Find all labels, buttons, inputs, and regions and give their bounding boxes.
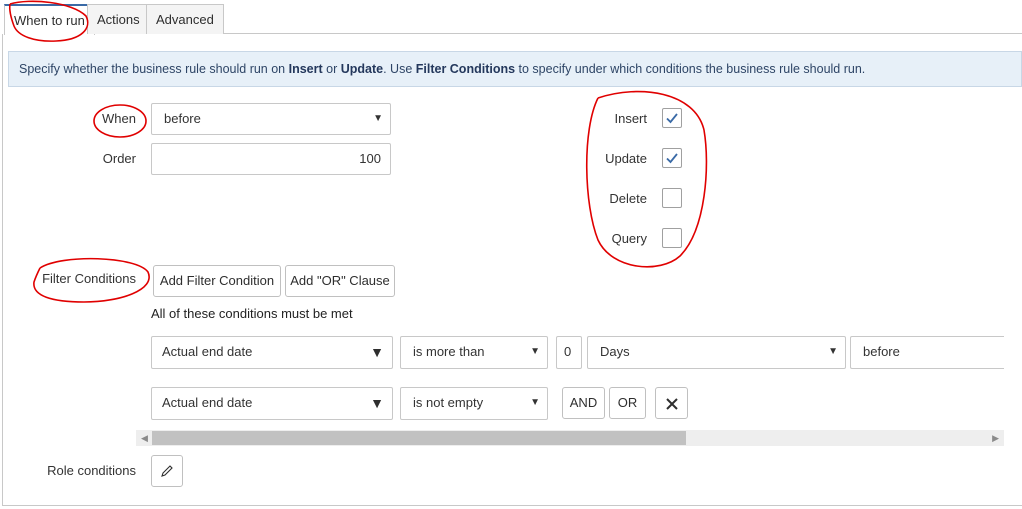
query-label: Query xyxy=(611,231,647,246)
delete-label: Delete xyxy=(609,191,647,206)
check-icon xyxy=(666,153,678,164)
query-checkbox[interactable] xyxy=(662,228,682,248)
insert-checkbox[interactable] xyxy=(662,108,682,128)
delete-checkbox[interactable] xyxy=(662,188,682,208)
chevron-down-icon: ▼ xyxy=(370,344,384,360)
add-or-clause-button[interactable]: Add "OR" Clause xyxy=(285,265,395,297)
and-button[interactable]: AND xyxy=(562,387,605,419)
scroll-right-icon[interactable]: ▶ xyxy=(992,430,999,446)
condition-relation-select[interactable]: before xyxy=(850,336,1004,369)
or-button[interactable]: OR xyxy=(609,387,646,419)
pencil-icon xyxy=(161,465,173,477)
chevron-down-icon: ▼ xyxy=(373,113,383,124)
info-update: Update xyxy=(340,62,384,76)
condition-operator-select[interactable]: is more than ▼ xyxy=(400,336,548,369)
conditions-note: All of these conditions must be met xyxy=(151,306,353,321)
scrollbar-thumb[interactable] xyxy=(152,431,686,445)
condition-relation-value: before xyxy=(863,344,900,359)
condition-field-select[interactable]: Actual end date ▼ xyxy=(151,336,393,369)
tab-advanced[interactable]: Advanced xyxy=(146,4,224,34)
role-conditions-label: Role conditions xyxy=(47,463,136,478)
condition-field-select[interactable]: Actual end date ▼ xyxy=(151,387,393,420)
when-label: When xyxy=(102,111,136,126)
order-input[interactable]: 100 xyxy=(151,143,391,175)
horizontal-scrollbar[interactable]: ◀ ▶ xyxy=(136,430,1004,446)
info-text: Specify whether the business rule should… xyxy=(19,62,289,76)
tab-bar: When to run Actions Advanced xyxy=(0,4,1022,35)
condition-number-input[interactable]: 0 xyxy=(556,336,582,369)
delete-condition-button[interactable] xyxy=(655,387,688,419)
chevron-down-icon: ▼ xyxy=(530,346,540,357)
chevron-down-icon: ▼ xyxy=(828,346,838,357)
tab-label: When to run xyxy=(14,13,85,28)
update-checkbox[interactable] xyxy=(662,148,682,168)
edit-role-conditions-button[interactable] xyxy=(151,455,183,487)
when-value: before xyxy=(164,111,201,126)
info-banner: Specify whether the business rule should… xyxy=(8,51,1022,87)
condition-unit-value: Days xyxy=(600,344,630,359)
check-icon xyxy=(666,113,678,124)
close-icon xyxy=(665,398,678,410)
info-text: . Use xyxy=(383,62,416,76)
tab-actions[interactable]: Actions xyxy=(87,4,150,34)
tab-label: Advanced xyxy=(156,12,214,27)
info-text: to specify under which conditions the bu… xyxy=(515,62,866,76)
when-select[interactable]: before ▼ xyxy=(151,103,391,135)
add-filter-condition-button[interactable]: Add Filter Condition xyxy=(153,265,281,297)
tab-label: Actions xyxy=(97,12,140,27)
update-label: Update xyxy=(605,151,647,166)
scroll-left-icon[interactable]: ◀ xyxy=(141,430,148,446)
condition-operator-value: is more than xyxy=(413,344,485,359)
condition-unit-select[interactable]: Days ▼ xyxy=(587,336,846,369)
chevron-down-icon: ▼ xyxy=(370,395,384,411)
condition-number-value: 0 xyxy=(564,344,572,359)
info-insert: Insert xyxy=(288,62,323,76)
info-text: or xyxy=(322,62,341,76)
filter-conditions-label: Filter Conditions xyxy=(42,271,136,286)
order-label: Order xyxy=(102,151,136,166)
condition-field-value: Actual end date xyxy=(162,344,253,359)
tab-when-to-run[interactable]: When to run xyxy=(4,4,95,35)
chevron-down-icon: ▼ xyxy=(530,397,540,408)
condition-field-value: Actual end date xyxy=(162,395,253,410)
info-filter: Filter Conditions xyxy=(415,62,516,76)
order-value: 100 xyxy=(359,151,381,166)
condition-operator-value: is not empty xyxy=(413,395,484,410)
insert-label: Insert xyxy=(614,111,647,126)
condition-operator-select[interactable]: is not empty ▼ xyxy=(400,387,548,420)
